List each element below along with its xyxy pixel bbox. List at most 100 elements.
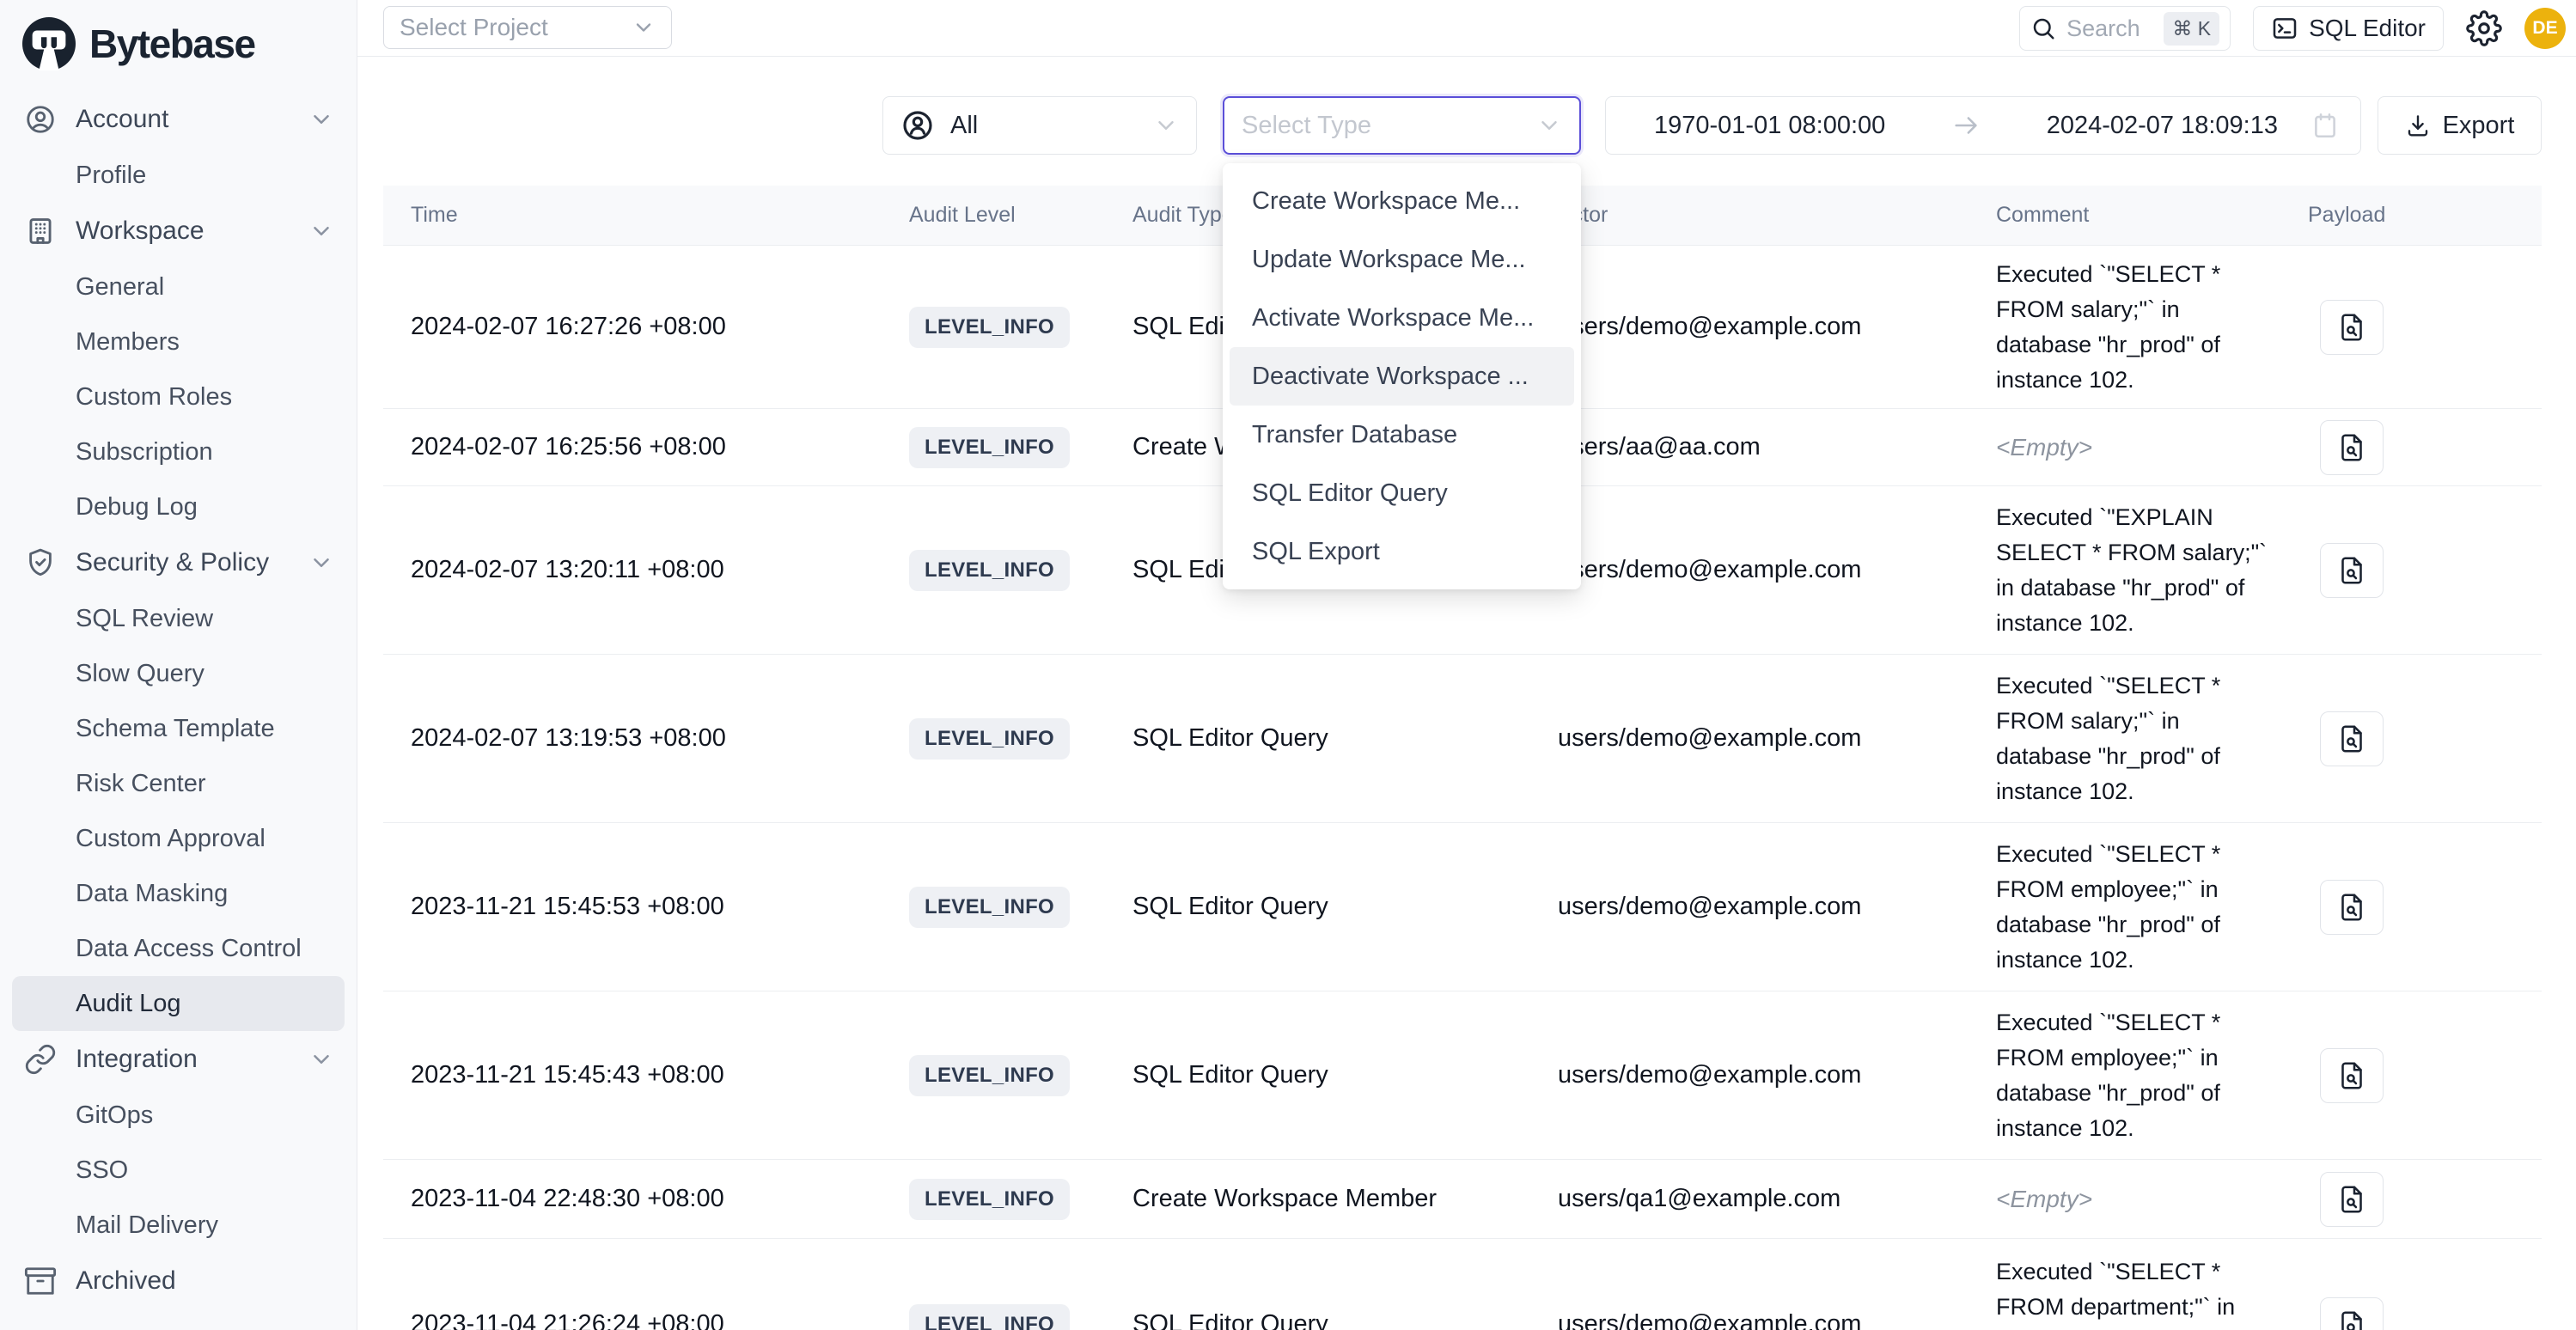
sidebar-item-gitops[interactable]: GitOps bbox=[12, 1088, 345, 1143]
payload-view-button[interactable] bbox=[2320, 1172, 2384, 1227]
sidebar-item-integration[interactable]: Integration bbox=[12, 1031, 345, 1088]
cell-time: 2024-02-07 13:19:53 +08:00 bbox=[383, 724, 894, 753]
gear-icon[interactable] bbox=[2466, 10, 2502, 46]
sidebar-item-archived[interactable]: Archived bbox=[12, 1253, 345, 1309]
sidebar-item-label: SQL Review bbox=[76, 605, 213, 633]
file-search-icon bbox=[2336, 1060, 2367, 1091]
cell-time: 2023-11-04 21:26:24 +08:00 bbox=[383, 1310, 894, 1330]
menu-item-update-workspace-member[interactable]: Update Workspace Me... bbox=[1230, 230, 1574, 289]
sidebar-item-audit-log[interactable]: Audit Log bbox=[12, 976, 345, 1031]
sidebar-item-sql-review[interactable]: SQL Review bbox=[12, 591, 345, 646]
download-icon bbox=[2405, 113, 2431, 138]
sidebar-item-data-access-control[interactable]: Data Access Control bbox=[12, 921, 345, 976]
date-range-picker[interactable]: 1970-01-01 08:00:00 2024-02-07 18:09:13 bbox=[1605, 96, 2361, 155]
avatar[interactable]: DE bbox=[2524, 8, 2566, 49]
payload-view-button[interactable] bbox=[2320, 1048, 2384, 1103]
sidebar-item-sso[interactable]: SSO bbox=[12, 1143, 345, 1198]
cell-comment: Executed `"EXPLAIN SELECT * FROM salary;… bbox=[1981, 500, 2286, 641]
payload-view-button[interactable] bbox=[2320, 543, 2384, 598]
audit-level-badge: LEVEL_INFO bbox=[909, 1179, 1070, 1220]
menu-item-sql-editor-query[interactable]: SQL Editor Query bbox=[1230, 464, 1574, 522]
cell-time: 2024-02-07 13:20:11 +08:00 bbox=[383, 556, 894, 584]
payload-view-button[interactable] bbox=[2320, 300, 2384, 355]
audit-type-select[interactable]: Select Type bbox=[1223, 96, 1581, 155]
archive-icon bbox=[24, 1265, 57, 1297]
sidebar-item-risk-center[interactable]: Risk Center bbox=[12, 756, 345, 811]
main-content: All Select Type 1970-01-01 08:00:00 2024… bbox=[357, 57, 2576, 1330]
sidebar-item-debug-log[interactable]: Debug Log bbox=[12, 479, 345, 534]
cell-comment: Executed `"SELECT * FROM salary;"` in da… bbox=[1981, 668, 2286, 809]
chevron-down-icon bbox=[308, 1046, 334, 1072]
brand-logo[interactable]: Bytebase bbox=[0, 0, 357, 81]
sidebar-item-label: Audit Log bbox=[76, 990, 181, 1018]
file-search-icon bbox=[2336, 555, 2367, 586]
chevron-down-icon bbox=[1153, 113, 1179, 138]
sidebar-item-custom-approval[interactable]: Custom Approval bbox=[12, 811, 345, 866]
sidebar-item-workspace[interactable]: Workspace bbox=[12, 203, 345, 259]
menu-item-activate-workspace-member[interactable]: Activate Workspace Me... bbox=[1230, 289, 1574, 347]
menu-item-deactivate-workspace-member[interactable]: Deactivate Workspace ... bbox=[1230, 347, 1574, 406]
audit-level-badge: LEVEL_INFO bbox=[909, 307, 1070, 348]
audit-level-badge: LEVEL_INFO bbox=[909, 427, 1070, 468]
audit-level-badge: LEVEL_INFO bbox=[909, 1304, 1070, 1330]
sidebar-item-label: Profile bbox=[76, 162, 146, 190]
search-input[interactable] bbox=[2065, 15, 2155, 43]
chevron-down-icon bbox=[308, 107, 334, 132]
sidebar-item-account[interactable]: Account bbox=[12, 91, 345, 148]
menu-item-sql-export[interactable]: SQL Export bbox=[1230, 522, 1574, 581]
file-search-icon bbox=[2336, 1184, 2367, 1215]
cell-comment: Executed `"SELECT * FROM employee;"` in … bbox=[1981, 837, 2286, 978]
table-row: 2023-11-21 15:45:43 +08:00 LEVEL_INFO SQ… bbox=[383, 991, 2542, 1160]
chevron-down-icon bbox=[1536, 113, 1562, 138]
search-box[interactable]: ⌘ K bbox=[2019, 6, 2231, 51]
export-button[interactable]: Export bbox=[2378, 96, 2542, 155]
date-from: 1970-01-01 08:00:00 bbox=[1654, 112, 1885, 140]
project-select[interactable]: Select Project bbox=[383, 6, 672, 49]
sidebar-item-data-masking[interactable]: Data Masking bbox=[12, 866, 345, 921]
shield-check-icon bbox=[24, 546, 57, 579]
user-circle-icon bbox=[24, 103, 57, 136]
cell-audit-type: SQL Editor Query bbox=[1117, 1061, 1542, 1089]
terminal-icon bbox=[2271, 15, 2298, 42]
table-row: 2023-11-21 15:45:53 +08:00 LEVEL_INFO SQ… bbox=[383, 823, 2542, 991]
bytebase-logo-icon bbox=[22, 17, 76, 70]
sidebar-item-subscription[interactable]: Subscription bbox=[12, 424, 345, 479]
cell-comment: Executed `"SELECT * FROM employee;"` in … bbox=[1981, 1005, 2286, 1146]
payload-view-button[interactable] bbox=[2320, 711, 2384, 766]
sidebar-item-profile[interactable]: Profile bbox=[12, 148, 345, 203]
chevron-down-icon bbox=[308, 550, 334, 576]
sidebar-item-schema-template[interactable]: Schema Template bbox=[12, 701, 345, 756]
file-search-icon bbox=[2336, 312, 2367, 343]
brand-name: Bytebase bbox=[89, 21, 255, 67]
sidebar-item-general[interactable]: General bbox=[12, 259, 345, 314]
sql-editor-button[interactable]: SQL Editor bbox=[2253, 6, 2444, 51]
cell-time: 2023-11-04 22:48:30 +08:00 bbox=[383, 1185, 894, 1213]
actor-filter-select[interactable]: All bbox=[882, 96, 1197, 155]
sidebar-item-custom-roles[interactable]: Custom Roles bbox=[12, 369, 345, 424]
cell-comment-empty: <Empty> bbox=[1996, 434, 2092, 461]
table-row: 2024-02-07 13:19:53 +08:00 LEVEL_INFO SQ… bbox=[383, 655, 2542, 823]
sidebar-item-members[interactable]: Members bbox=[12, 314, 345, 369]
cell-time: 2024-02-07 16:25:56 +08:00 bbox=[383, 433, 894, 461]
file-search-icon bbox=[2336, 723, 2367, 754]
payload-view-button[interactable] bbox=[2320, 1297, 2384, 1330]
sidebar-item-label: Security & Policy bbox=[76, 548, 269, 577]
menu-item-create-workspace-member[interactable]: Create Workspace Me... bbox=[1230, 172, 1574, 230]
topbar-right: ⌘ K SQL Editor DE bbox=[2019, 6, 2566, 51]
sidebar-item-slow-query[interactable]: Slow Query bbox=[12, 646, 345, 701]
menu-item-transfer-database[interactable]: Transfer Database bbox=[1230, 406, 1574, 464]
sidebar-item-label: Slow Query bbox=[76, 660, 204, 688]
cell-audit-type: SQL Editor Query bbox=[1117, 1310, 1542, 1330]
sidebar-item-label: Archived bbox=[76, 1266, 176, 1296]
sidebar-item-label: Schema Template bbox=[76, 715, 275, 743]
sidebar-nav: Account Profile Workspace General Member… bbox=[0, 81, 357, 1309]
cell-audit-type: SQL Editor Query bbox=[1117, 724, 1542, 753]
sidebar-item-mail-delivery[interactable]: Mail Delivery bbox=[12, 1198, 345, 1253]
sidebar: Bytebase Account Profile Workspace Gener… bbox=[0, 0, 357, 1330]
chevron-down-icon bbox=[308, 218, 334, 244]
sidebar-item-label: Workspace bbox=[76, 217, 204, 246]
payload-view-button[interactable] bbox=[2320, 880, 2384, 935]
sidebar-item-security-policy[interactable]: Security & Policy bbox=[12, 534, 345, 591]
audit-type-placeholder: Select Type bbox=[1242, 112, 1371, 140]
payload-view-button[interactable] bbox=[2320, 420, 2384, 475]
